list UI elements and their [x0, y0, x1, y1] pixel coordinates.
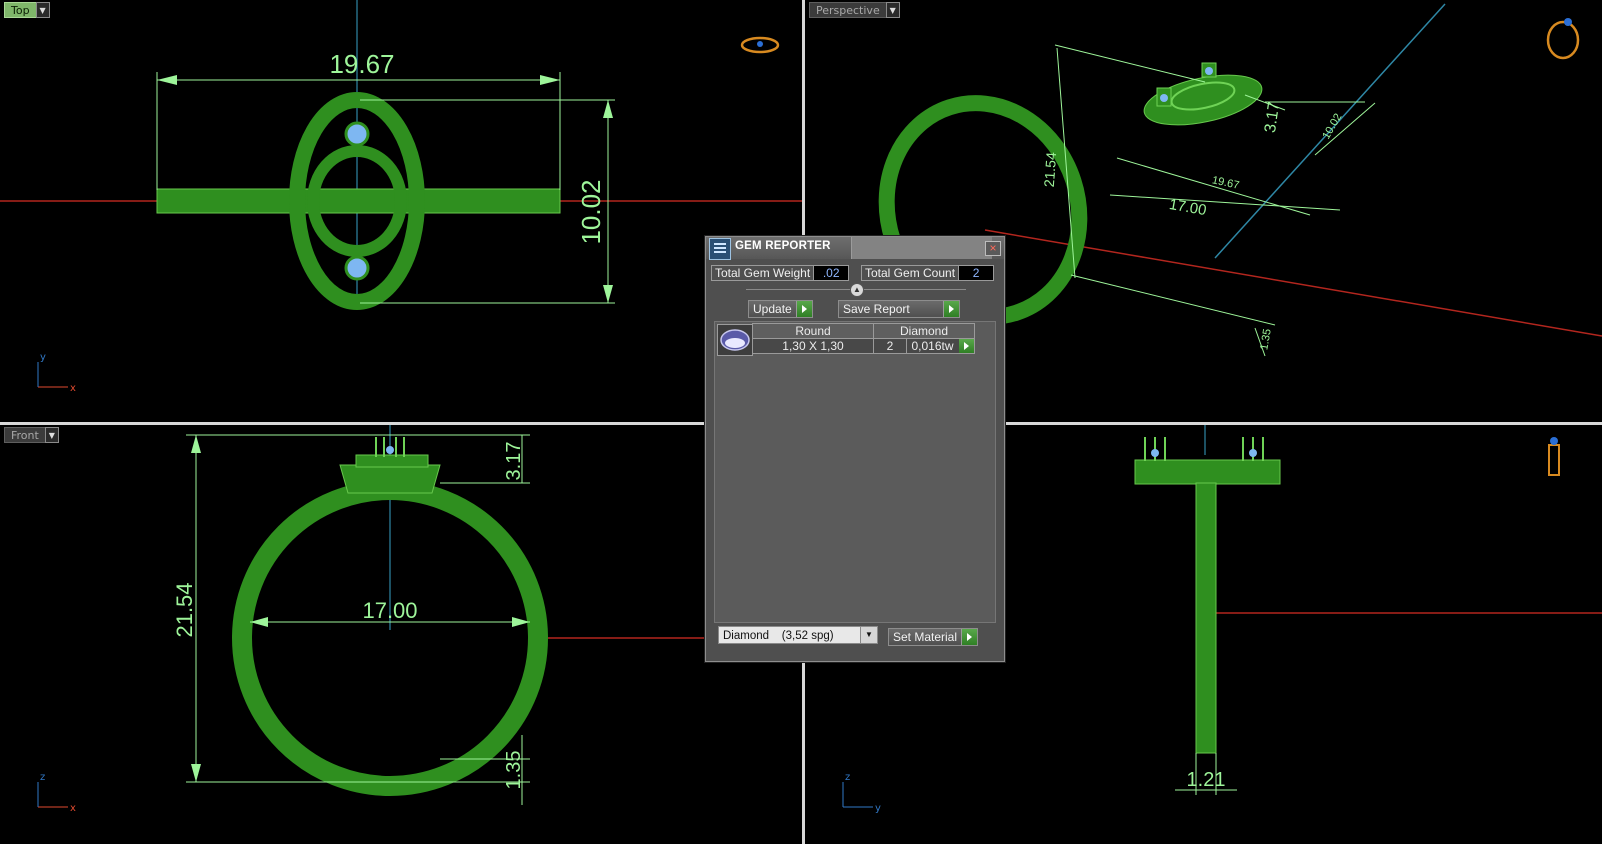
gem-reporter-app-icon	[709, 238, 731, 260]
dim-persp-height: 21.54	[1041, 151, 1059, 187]
dim-right-band: 1.21	[1187, 769, 1226, 791]
play-arrow-icon	[795, 301, 812, 317]
viewport-front-label[interactable]: Front ▼	[4, 427, 59, 443]
gem-count: 2	[873, 338, 907, 354]
collapse-knob-icon[interactable]: ▲	[850, 283, 864, 297]
table-row[interactable]: 1,30 X 1,30 2 0,016tw	[752, 338, 975, 354]
material-select[interactable]: Diamond (3,52 spg) ▼	[718, 626, 878, 644]
gem-list[interactable]: Round Diamond 1,30 X 1,30 2 0,016tw	[714, 321, 996, 623]
dim-front-band: 1.35	[503, 751, 525, 790]
round-gem-icon	[717, 324, 753, 356]
viewport-top-label[interactable]: Top ▼	[4, 2, 50, 18]
dim-persp-band: 1.35	[1258, 328, 1274, 351]
gem-reporter-title: GEM REPORTER	[735, 240, 831, 252]
gem-reporter-panel: GEM REPORTER × Total Gem Weight .02 Tota…	[705, 236, 1005, 662]
total-weight-value: .02	[814, 265, 850, 281]
close-icon[interactable]: ×	[985, 241, 1001, 256]
svg-text:z: z	[845, 772, 850, 783]
svg-text:x: x	[70, 803, 76, 814]
svg-text:z: z	[40, 772, 45, 783]
axis-widget	[37, 782, 68, 808]
save-report-button[interactable]: Save Report	[838, 300, 960, 318]
chevron-down-icon[interactable]: ▼	[885, 2, 900, 18]
total-count-value: 2	[959, 265, 995, 281]
viewport-top[interactable]: Top ▼ 19.67 10.02 y x	[0, 0, 802, 422]
total-count-row: Total Gem Count 2	[861, 265, 995, 281]
ring-top-icon	[740, 36, 780, 54]
viewport-front[interactable]: Front ▼ 21.54 17.00 3.17 1.35 z x	[0, 425, 802, 844]
chevron-down-icon[interactable]: ▼	[860, 627, 877, 643]
viewport-perspective-label[interactable]: Perspective ▼	[809, 2, 900, 18]
chevron-down-icon[interactable]: ▼	[44, 427, 59, 443]
gem-table: Round Diamond 1,30 X 1,30 2 0,016tw	[752, 323, 975, 354]
play-arrow-icon	[943, 301, 959, 317]
total-weight-label: Total Gem Weight	[711, 265, 815, 281]
gem-bottom	[344, 255, 370, 281]
dim-front-inner: 17.00	[362, 598, 417, 623]
update-button[interactable]: Update	[748, 300, 813, 318]
dim-persp-inner: 17.00	[1168, 196, 1208, 219]
dim-front-top: 3.17	[503, 442, 525, 481]
titlebar-tab	[851, 237, 992, 259]
gem-reporter-titlebar[interactable]: GEM REPORTER ×	[706, 237, 1004, 260]
top-view-scene: 19.67 10.02 y x	[0, 0, 802, 394]
front-view-scene: 21.54 17.00 3.17 1.35 z x	[37, 425, 705, 814]
total-weight-row: Total Gem Weight .02	[711, 265, 850, 281]
total-count-label: Total Gem Count	[861, 265, 960, 281]
col-header-material: Diamond	[873, 323, 975, 339]
svg-text:y: y	[875, 803, 881, 814]
svg-text:y: y	[40, 352, 46, 363]
chevron-down-icon[interactable]: ▼	[35, 2, 50, 18]
ring-perspective-icon	[1546, 18, 1580, 60]
dim-persp-depth: 10.02	[1320, 112, 1344, 142]
col-header-shape: Round	[752, 323, 874, 339]
axis-widget	[37, 362, 68, 388]
dim-persp-width: 19.67	[1211, 174, 1240, 191]
gem-size: 1,30 X 1,30	[752, 338, 874, 354]
play-arrow-icon[interactable]	[959, 339, 974, 353]
dim-top-width: 19.67	[329, 49, 394, 79]
ring-side-icon	[1548, 437, 1560, 476]
gem-weight: 0,016tw	[906, 338, 975, 354]
gem-top	[344, 121, 370, 147]
play-arrow-icon	[961, 629, 978, 645]
dim-persp-top: 3.17	[1262, 101, 1283, 134]
svg-text:x: x	[70, 383, 76, 394]
dim-front-height: 21.54	[172, 582, 197, 637]
axis-widget	[842, 782, 873, 808]
dim-top-height: 10.02	[576, 179, 606, 244]
set-material-button[interactable]: Set Material	[888, 628, 979, 646]
